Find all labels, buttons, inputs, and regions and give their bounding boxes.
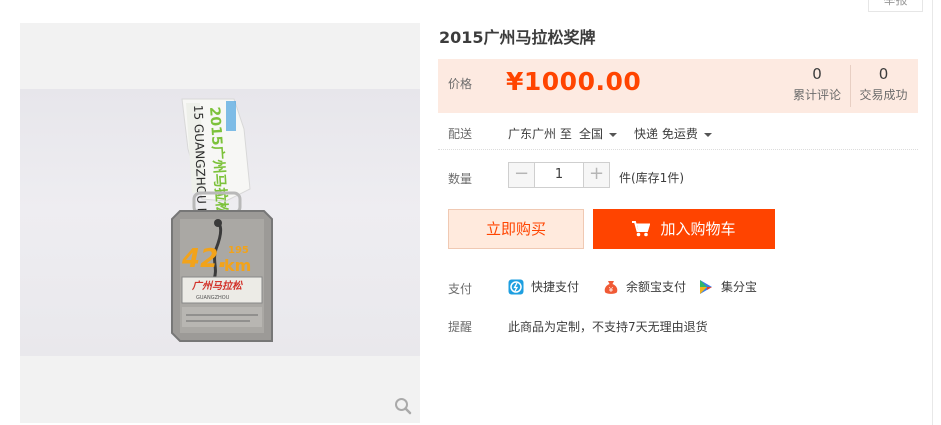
product-photo[interactable]: 15 GUANGZHOU MARAT 2015广州马拉松 42. 195 km … [20,89,420,356]
notice-label: 提醒 [448,320,473,334]
trade-count: 0 [878,65,889,83]
buy-now-button[interactable]: 立即购买 [448,209,584,249]
quantity-plus-button[interactable]: + [583,162,610,188]
quantity-input[interactable]: 1 [535,162,583,188]
payment-method-quickpay[interactable]: 快捷支付 [508,278,579,295]
price-panel: 价格 ¥1000.00 0 累计评论 0 交易成功 [438,59,918,113]
payment-method-jifenbao[interactable]: 集分宝 [698,278,757,295]
trade-count-stat[interactable]: 0 交易成功 [850,65,916,107]
zoom-icon[interactable] [394,397,412,415]
quantity-minus-button[interactable]: − [508,162,535,188]
payment-method-label: 快捷支付 [531,280,580,294]
svg-text:¥: ¥ [609,286,614,294]
product-gallery: 15 GUANGZHOU MARAT 2015广州马拉松 42. 195 km … [20,23,420,423]
jifenbao-icon [700,279,712,294]
quickpay-icon [508,279,524,294]
notice-text: 此商品为定制，不支持7天无理由退货 [508,320,708,334]
svg-text:广州马拉松: 广州马拉松 [191,280,243,292]
review-count: 0 [812,65,822,83]
shipping-label: 配送 [448,127,473,141]
payment-method-label: 集分宝 [721,280,758,294]
trade-count-label: 交易成功 [859,88,908,102]
divider [438,149,918,150]
shopping-cart-icon [632,221,651,237]
price-value: ¥1000.00 [506,67,642,96]
quantity-stepper: − 1 + [508,162,610,188]
shipping-method-select[interactable]: 快递 免运费 [634,125,712,142]
add-to-cart-label: 加入购物车 [660,220,736,238]
payment-method-label: 余额宝支付 [626,280,687,294]
shipping-from: 广东广州 至 [508,127,572,141]
review-count-stat[interactable]: 0 累计评论 [784,65,850,103]
stock-text: 件(库存1件) [619,171,684,185]
svg-text:42.: 42. [181,244,228,274]
add-to-cart-button[interactable]: 加入购物车 [593,209,775,249]
shipping-destination: 全国 [579,127,604,141]
payment-method-yuebao[interactable]: ¥ 余额宝支付 [603,278,686,295]
marathon-medal-image: 15 GUANGZHOU MARAT 2015广州马拉松 42. 195 km … [171,98,273,342]
quantity-label: 数量 [448,172,473,186]
report-link[interactable]: 举报 [868,0,923,12]
chevron-down-icon [609,132,618,137]
product-title: 2015广州马拉松奖牌 [439,28,596,47]
money-bag-icon: ¥ [604,280,618,294]
review-count-label: 累计评论 [792,88,841,102]
svg-text:GUANGZHOU: GUANGZHOU [196,295,230,301]
svg-text:km: km [224,256,251,275]
shipping-destination-select[interactable]: 全国 [579,125,618,142]
page-right-border [932,0,933,425]
svg-text:195: 195 [228,245,249,256]
chevron-down-icon [703,132,712,137]
shipping-method: 快递 免运费 [634,127,698,141]
price-label: 价格 [448,77,473,91]
payment-label: 支付 [448,282,473,296]
